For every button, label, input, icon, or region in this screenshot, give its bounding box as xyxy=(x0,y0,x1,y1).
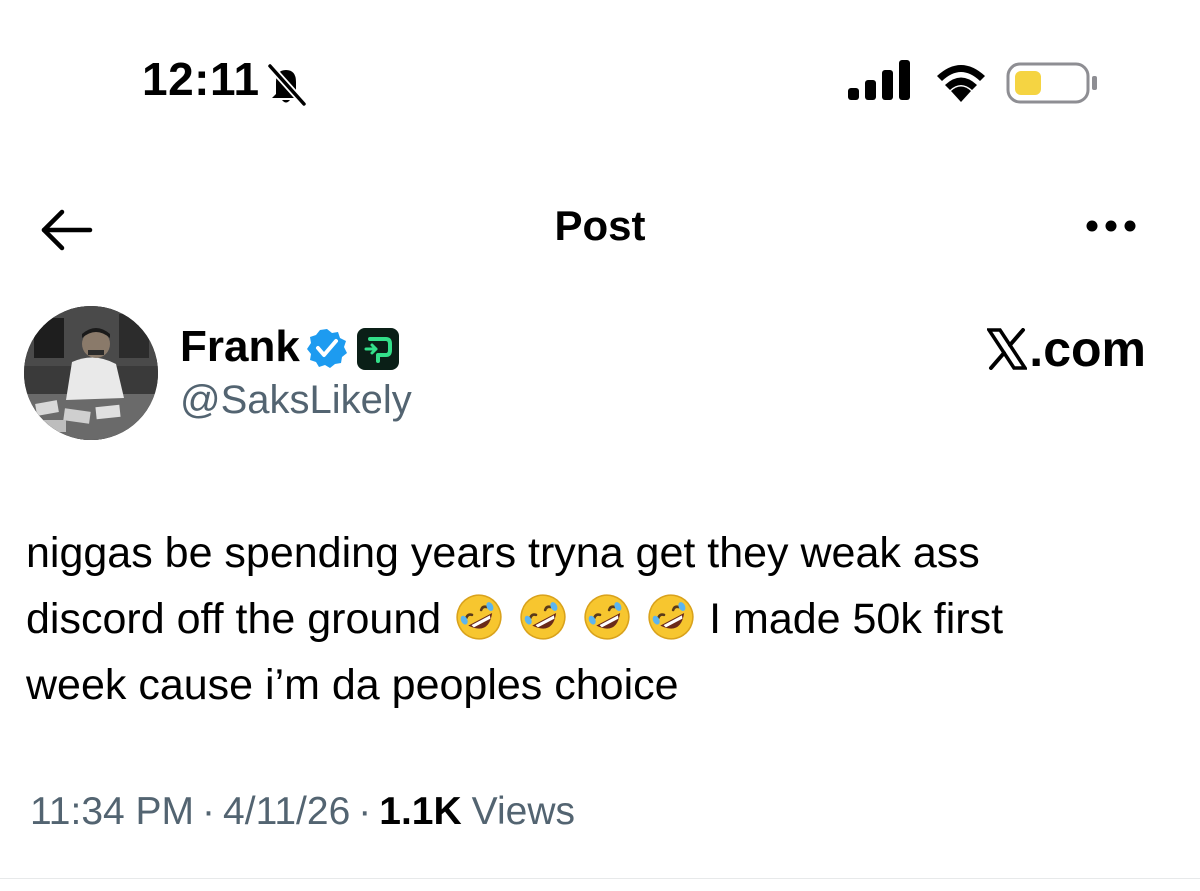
nav-bar: Post xyxy=(0,180,1200,280)
rolling-on-floor-laughing-icon xyxy=(581,591,633,643)
wifi-icon xyxy=(937,65,985,102)
views-label[interactable]: Views xyxy=(472,790,575,833)
post-text-segment: discord off the ground xyxy=(26,595,442,643)
x-watermark: .com xyxy=(987,320,1146,378)
avatar[interactable] xyxy=(24,306,158,440)
page-title: Post xyxy=(554,202,646,249)
rolling-on-floor-laughing-icon xyxy=(517,591,569,643)
separator: · xyxy=(358,790,372,833)
post-line: niggas be spending years tryna get they … xyxy=(26,529,980,577)
affiliate-badge-icon[interactable] xyxy=(356,327,400,371)
more-dots-icon[interactable] xyxy=(1084,216,1138,236)
battery-icon xyxy=(1006,62,1097,104)
post-body: niggas be spending years tryna get they … xyxy=(26,520,1176,718)
views-count[interactable]: 1.1K xyxy=(379,790,461,833)
watermark-text: .com xyxy=(1029,321,1146,377)
author-name[interactable]: Frank xyxy=(180,322,300,372)
rolling-on-floor-laughing-icon xyxy=(453,591,505,643)
post-date[interactable]: 4/11/26 xyxy=(223,790,350,833)
x-logo-icon xyxy=(987,328,1028,370)
status-bar: 12:11 xyxy=(0,0,1200,160)
post-time[interactable]: 11:34 PM xyxy=(30,790,194,833)
author-handle[interactable]: @SaksLikely xyxy=(180,378,412,423)
status-time: 12:11 xyxy=(142,53,260,105)
post-text-segment: I made 50k first xyxy=(709,595,1004,643)
post-line: week cause i’m da peoples choice xyxy=(26,661,679,709)
divider xyxy=(0,878,1200,879)
post-meta: 11:34 PM · 4/11/26 · 1.1K Views xyxy=(30,790,575,834)
separator: · xyxy=(202,790,216,833)
post-line: discord off the ground I made 50k first xyxy=(26,586,1176,652)
bell-slash-icon xyxy=(267,63,307,106)
cellular-signal-icon xyxy=(848,60,910,100)
rolling-on-floor-laughing-icon xyxy=(645,591,697,643)
avatar-photo xyxy=(24,306,158,440)
verified-icon[interactable] xyxy=(306,327,348,369)
